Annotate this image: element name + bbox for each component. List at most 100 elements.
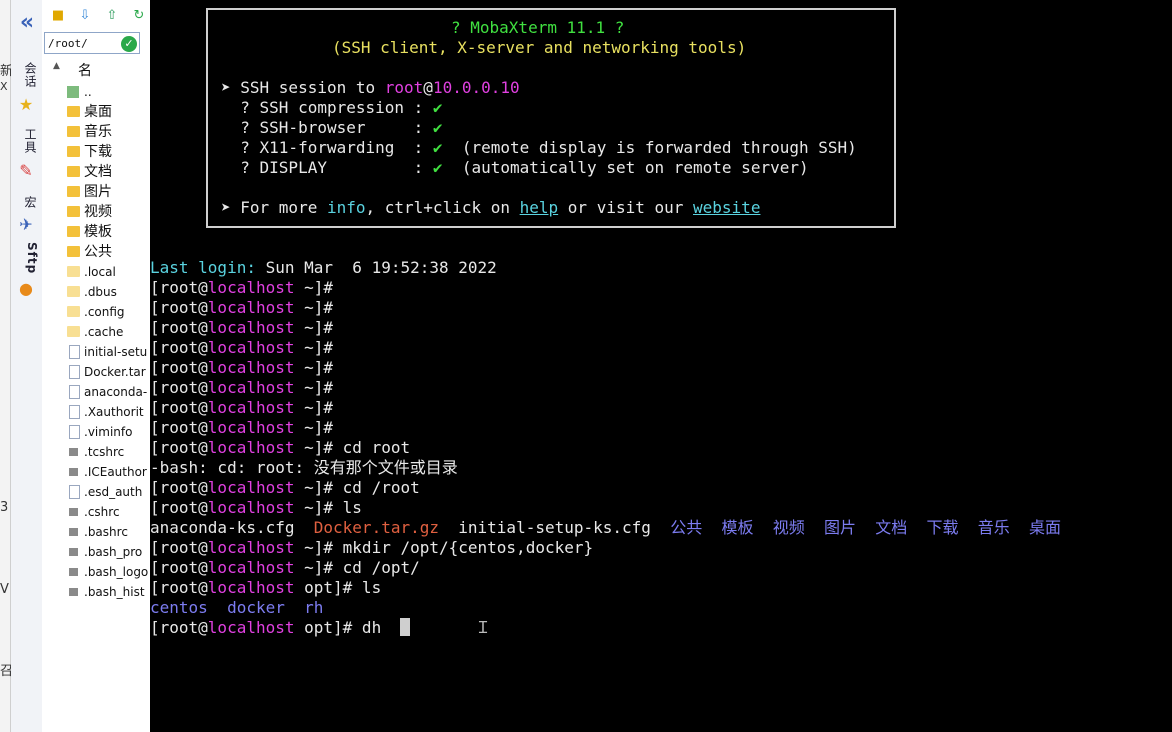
- tab-sftp[interactable]: Sftp: [15, 242, 39, 274]
- folder-up-icon[interactable]: ■: [49, 7, 67, 25]
- prompt-host: localhost: [207, 418, 295, 437]
- prompt-open: [root@: [150, 538, 208, 557]
- info-link[interactable]: info: [327, 198, 366, 217]
- tab-macros[interactable]: 宏: [15, 196, 39, 209]
- prompt-host: localhost: [207, 558, 295, 577]
- file-icon: [69, 425, 80, 439]
- prompt-open: [root@: [150, 298, 208, 317]
- prompt-open: [root@: [150, 558, 208, 577]
- help-link[interactable]: help: [520, 198, 559, 217]
- prompt-dir: ~]#: [294, 538, 334, 557]
- file-name: 文档: [84, 164, 112, 180]
- file-list-item[interactable]: .bash_pro: [42, 542, 150, 562]
- empty-prompt-line: [root@localhost ~]#: [150, 378, 333, 398]
- file-icon: [69, 365, 80, 379]
- feature-label: ? SSH-browser :: [221, 118, 433, 137]
- left-edge-sliver: 新 X 3 V 召: [0, 0, 13, 732]
- parent-folder-icon: [67, 86, 79, 98]
- sort-arrow-icon: ▲: [53, 61, 60, 71]
- ls-dir-entries: 公共 模板 视频 图片 文档 下载 音乐 桌面: [670, 518, 1062, 537]
- tools-icon[interactable]: ✎: [17, 162, 35, 180]
- file-list-item[interactable]: 桌面: [42, 102, 150, 122]
- file-list-item[interactable]: 图片: [42, 182, 150, 202]
- file-name: 图片: [84, 184, 112, 200]
- prompt-host: localhost: [207, 278, 295, 297]
- prompt-open: [root@: [150, 338, 208, 357]
- file-list-item[interactable]: .config: [42, 302, 150, 322]
- refresh-icon[interactable]: ↻: [130, 7, 148, 25]
- file-list-item[interactable]: .cache: [42, 322, 150, 342]
- file-icon: [69, 405, 80, 419]
- prompt-dir: ~]#: [294, 378, 334, 397]
- file-list-item[interactable]: 视频: [42, 202, 150, 222]
- prompt-host: localhost: [207, 378, 295, 397]
- file-list-item[interactable]: .ICEauthor: [42, 462, 150, 482]
- file-name: ..: [84, 85, 92, 99]
- prompt-open: [root@: [150, 418, 208, 437]
- sftp-icon[interactable]: ●: [17, 280, 35, 298]
- check-icon: ✔: [432, 158, 443, 177]
- folder-icon: [67, 206, 80, 217]
- file-list-item[interactable]: .local: [42, 262, 150, 282]
- website-link[interactable]: website: [693, 198, 760, 217]
- file-list-item[interactable]: 文档: [42, 162, 150, 182]
- file-name: .dbus: [84, 285, 117, 299]
- folder-icon: [67, 146, 80, 157]
- file-name: Docker.tar: [84, 365, 146, 379]
- file-list-item[interactable]: .tcshrc: [42, 442, 150, 462]
- file-name: 桌面: [84, 104, 112, 120]
- collapse-sidebar-button[interactable]: «: [15, 12, 39, 36]
- command-text: cd root: [333, 438, 411, 457]
- file-name: .bash_pro: [84, 545, 143, 559]
- paper-plane-icon[interactable]: ✈: [17, 216, 35, 234]
- ls-entry: anaconda-ks.cfg: [150, 518, 314, 537]
- terminal-pane[interactable]: ? MobaXterm 11.1 ? (SSH client, X-server…: [150, 0, 1172, 732]
- file-list-item[interactable]: ..: [42, 82, 150, 102]
- file-list-item[interactable]: .viminfo: [42, 422, 150, 442]
- prompt-host: localhost: [207, 298, 295, 317]
- folder-icon: [67, 286, 80, 297]
- file-list-item[interactable]: .dbus: [42, 282, 150, 302]
- cmd-line-mkdir: [root@localhost ~]# mkdir /opt/{centos,d…: [150, 538, 593, 558]
- file-list-item[interactable]: 公共: [42, 242, 150, 262]
- file-icon: [69, 485, 80, 499]
- prompt-host: localhost: [207, 318, 295, 337]
- file-list-item[interactable]: anaconda-: [42, 382, 150, 402]
- tab-tools[interactable]: 工具: [15, 128, 39, 154]
- star-icon[interactable]: ★: [17, 96, 35, 114]
- folder-icon: [67, 246, 80, 257]
- file-list-header[interactable]: ▲ 名: [42, 58, 150, 80]
- upload-icon[interactable]: ⇧: [103, 7, 121, 25]
- command-text: mkdir /opt/{centos,docker}: [333, 538, 594, 557]
- prompt-dir: ~]#: [294, 298, 334, 317]
- ls-entry: initial-setup-ks.cfg: [439, 518, 671, 537]
- file-list-item[interactable]: initial-setu: [42, 342, 150, 362]
- file-name: .bash_logo: [84, 565, 149, 579]
- file-name: 音乐: [84, 124, 112, 140]
- download-icon[interactable]: ⇩: [76, 7, 94, 25]
- file-name: .local: [84, 265, 116, 279]
- current-input-line[interactable]: [root@localhost opt]# dh: [150, 618, 391, 638]
- tab-sessions[interactable]: 会话: [15, 62, 39, 88]
- prompt-open: [root@: [150, 498, 208, 517]
- side-tab-bar: « 会话 ★ 工具 ✎ 宏 ✈ Sftp ●: [11, 0, 43, 732]
- feature-label: ? DISPLAY :: [221, 158, 433, 177]
- banner-feature-x11: ? X11-forwarding : ✔ (remote display is …: [221, 138, 857, 158]
- file-list-item[interactable]: 模板: [42, 222, 150, 242]
- path-confirm-check-icon[interactable]: ✓: [121, 36, 137, 52]
- file-list-item[interactable]: .Xauthorit: [42, 402, 150, 422]
- file-list-item[interactable]: 音乐: [42, 122, 150, 142]
- file-list-item[interactable]: .esd_auth: [42, 482, 150, 502]
- file-list-item[interactable]: .bash_hist: [42, 582, 150, 602]
- ls-root-output: anaconda-ks.cfg Docker.tar.gz initial-se…: [150, 518, 1061, 538]
- edge-char: 3: [0, 500, 9, 515]
- file-list-item[interactable]: .bash_logo: [42, 562, 150, 582]
- prompt-host: localhost: [207, 498, 295, 517]
- prompt-dir: ~]#: [294, 478, 334, 497]
- file-list-item[interactable]: .bashrc: [42, 522, 150, 542]
- empty-prompt-line: [root@localhost ~]#: [150, 398, 333, 418]
- file-icon: [69, 345, 80, 359]
- file-list-item[interactable]: 下载: [42, 142, 150, 162]
- file-list-item[interactable]: .cshrc: [42, 502, 150, 522]
- file-list-item[interactable]: Docker.tar: [42, 362, 150, 382]
